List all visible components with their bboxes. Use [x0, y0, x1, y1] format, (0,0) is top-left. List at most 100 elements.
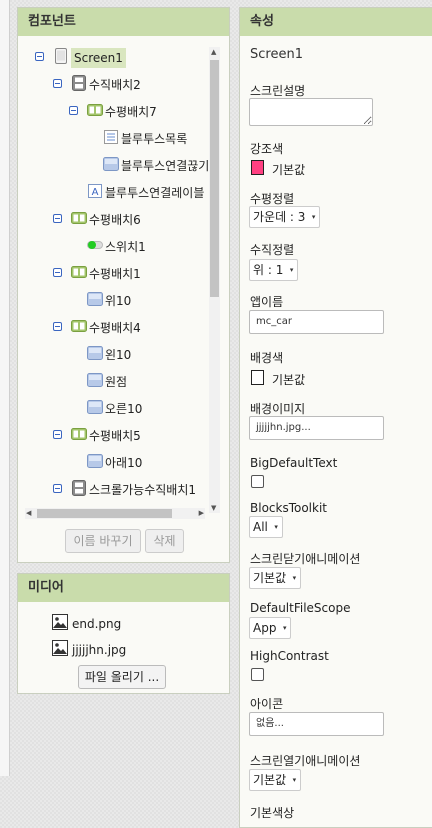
collapse-toggle-icon[interactable] [35, 52, 44, 61]
caret-down-icon: ▾ [274, 523, 278, 531]
collapse-toggle-icon[interactable] [53, 322, 62, 331]
close-animation-value: 기본값 [253, 571, 287, 585]
background-color-value[interactable]: 기본값 [272, 371, 305, 388]
scroll-thumb[interactable] [37, 509, 172, 518]
horizontal-arrangement-icon [71, 320, 87, 332]
background-color-label: 배경색 [250, 351, 284, 365]
button-icon [103, 157, 119, 171]
label-icon: A [88, 184, 102, 198]
screen-icon [55, 48, 67, 64]
button-icon [87, 346, 103, 360]
accent-color-value[interactable]: 기본값 [272, 161, 305, 178]
default-file-scope-label: DefaultFileScope [250, 601, 351, 615]
horizontal-arrangement-icon [71, 266, 87, 278]
tree-horizontal-scrollbar[interactable]: ◀ ▶ [25, 508, 205, 519]
properties-panel: 속성 Screen1 스크린설명 강조색 기본값 수평정렬 가운데 : 3 ▾ … [239, 7, 432, 828]
accent-color-label: 강조색 [250, 142, 284, 156]
open-animation-value: 기본값 [253, 773, 287, 787]
close-animation-label: 스크린닫기애니메이션 [250, 552, 361, 566]
caret-down-icon: ▾ [292, 776, 297, 784]
collapse-toggle-icon[interactable] [53, 430, 62, 439]
tree-item-label: Screen1 [71, 48, 126, 68]
close-animation-select[interactable]: 기본값 ▾ [249, 567, 302, 589]
vertical-arrangement-icon [72, 75, 86, 91]
left-edge-panel [0, 0, 10, 776]
align-vertical-select[interactable]: 위 : 1 ▾ [249, 259, 299, 281]
collapse-toggle-icon[interactable] [53, 268, 62, 277]
delete-button[interactable]: 삭제 [145, 529, 184, 553]
horizontal-arrangement-icon [87, 104, 103, 116]
tree-item-label: 수평배치4 [89, 321, 141, 335]
selected-component-name: Screen1 [250, 47, 303, 62]
about-screen-input[interactable] [249, 98, 373, 126]
button-icon [87, 454, 103, 468]
app-name-input[interactable]: mc_car [249, 310, 384, 334]
switch-icon [87, 241, 103, 249]
tree-item-label: 수평배치7 [105, 105, 157, 119]
image-file-icon [52, 614, 68, 630]
svg-text:A: A [92, 187, 99, 198]
align-horizontal-value: 가운데 : 3 [253, 210, 306, 224]
align-horizontal-select[interactable]: 가운데 : 3 ▾ [249, 206, 321, 228]
tree-item-label: 수직배치2 [89, 78, 141, 92]
tree-item-label: 위10 [105, 294, 132, 308]
horizontal-arrangement-icon [71, 428, 87, 440]
app-icon-input[interactable]: 없음... [249, 712, 384, 736]
default-file-scope-select[interactable]: App ▾ [249, 617, 292, 639]
horizontal-arrangement-icon [71, 212, 87, 224]
scroll-up-icon[interactable]: ▲ [211, 48, 216, 56]
big-default-text-checkbox[interactable] [251, 475, 264, 488]
default-file-scope-value: App [253, 621, 277, 635]
image-file-icon [52, 640, 68, 656]
media-header: 미디어 [18, 574, 229, 602]
align-vertical-label: 수직정렬 [250, 243, 295, 257]
scroll-arrangement-icon [72, 480, 86, 496]
component-tree: Screen1 수직배치2 수평배치7 블루투스목록블루투스연결끊기 A 블루투스연결레이… [19, 40, 210, 524]
button-icon [87, 292, 103, 306]
media-file-name: end.png [72, 617, 122, 631]
listpicker-icon [104, 130, 118, 144]
properties-header: 속성 [240, 8, 432, 36]
media-file-name: jjjjjhn.jpg [72, 643, 127, 657]
rename-button[interactable]: 이름 바꾸기 [65, 529, 141, 553]
blocks-toolkit-label: BlocksToolkit [250, 501, 328, 515]
tree-item-label: 블루투스연결끊기 [121, 159, 210, 173]
about-screen-label: 스크린설명 [250, 84, 306, 98]
caret-down-icon: ▾ [289, 266, 294, 274]
components-panel: 컴포넌트 Screen1 수직배치2 수평배치7 블루투스목록블루투스연결끊기 A 블루투… [17, 7, 230, 563]
caret-down-icon: ▾ [292, 574, 297, 582]
upload-file-button[interactable]: 파일 올리기 ... [78, 665, 166, 689]
high-contrast-checkbox[interactable] [251, 668, 264, 681]
scroll-thumb[interactable] [210, 60, 219, 297]
collapse-toggle-icon[interactable] [53, 79, 62, 88]
tree-item-label: 아래10 [105, 456, 143, 470]
tree-item-label: 수평배치1 [89, 267, 141, 281]
button-icon [87, 400, 103, 414]
collapse-toggle-icon[interactable] [53, 484, 62, 493]
blocks-toolkit-value: All [253, 520, 268, 534]
primary-color-label: 기본색상 [250, 806, 295, 820]
scroll-right-icon[interactable]: ▶ [199, 509, 204, 517]
tree-item-label: 블루투스연결레이블 [105, 186, 205, 200]
tree-item-label: 블루투스목록 [121, 132, 188, 146]
tree-item-label: 스위치1 [105, 240, 146, 254]
tree-item-label: 스크롤가능수직배치1 [89, 483, 196, 497]
background-image-input[interactable]: jjjjjhn.jpg... [249, 416, 384, 440]
tree-item-label: 수평배치6 [89, 213, 141, 227]
components-header: 컴포넌트 [18, 8, 229, 36]
button-icon [87, 373, 103, 387]
app-icon-label: 아이콘 [250, 697, 284, 711]
open-animation-label: 스크린열기애니메이션 [250, 754, 361, 768]
open-animation-select[interactable]: 기본값 ▾ [249, 769, 302, 791]
tree-item-label: 왼10 [105, 348, 132, 362]
align-horizontal-label: 수평정렬 [250, 192, 295, 206]
scroll-down-icon[interactable]: ▼ [211, 504, 216, 512]
collapse-toggle-icon[interactable] [69, 106, 78, 115]
accent-color-swatch[interactable] [251, 160, 264, 175]
tree-vertical-scrollbar[interactable]: ▲ ▼ [209, 47, 220, 513]
tree-item-label: 수평배치5 [89, 429, 141, 443]
background-color-swatch[interactable] [251, 370, 264, 385]
scroll-left-icon[interactable]: ◀ [26, 509, 31, 517]
blocks-toolkit-select[interactable]: All ▾ [249, 516, 283, 538]
collapse-toggle-icon[interactable] [53, 214, 62, 223]
